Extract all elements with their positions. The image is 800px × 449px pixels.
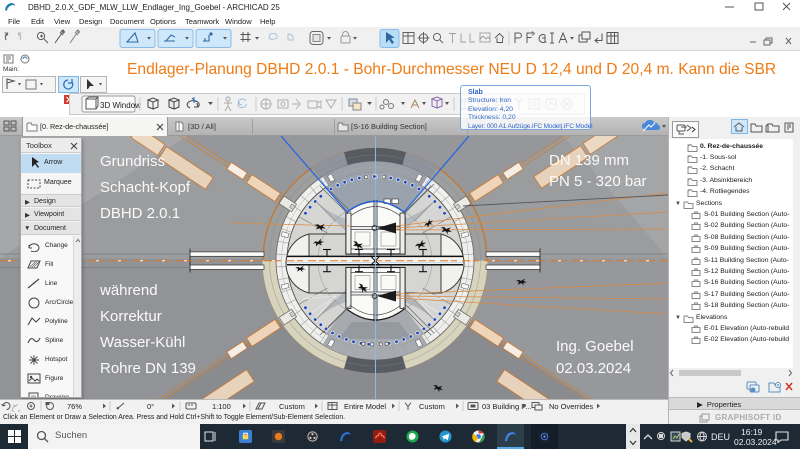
svg-text:Custom: Custom [279, 402, 305, 411]
svg-text:Custom: Custom [419, 402, 445, 411]
svg-text:76%: 76% [67, 402, 82, 411]
svg-text:Entire Model: Entire Model [344, 402, 386, 411]
svg-text:No Overrides: No Overrides [549, 402, 593, 411]
svg-text:3D Window: 3D Window [100, 101, 141, 110]
svg-text:0°: 0° [147, 402, 154, 411]
svg-text:1:100: 1:100 [212, 402, 231, 411]
